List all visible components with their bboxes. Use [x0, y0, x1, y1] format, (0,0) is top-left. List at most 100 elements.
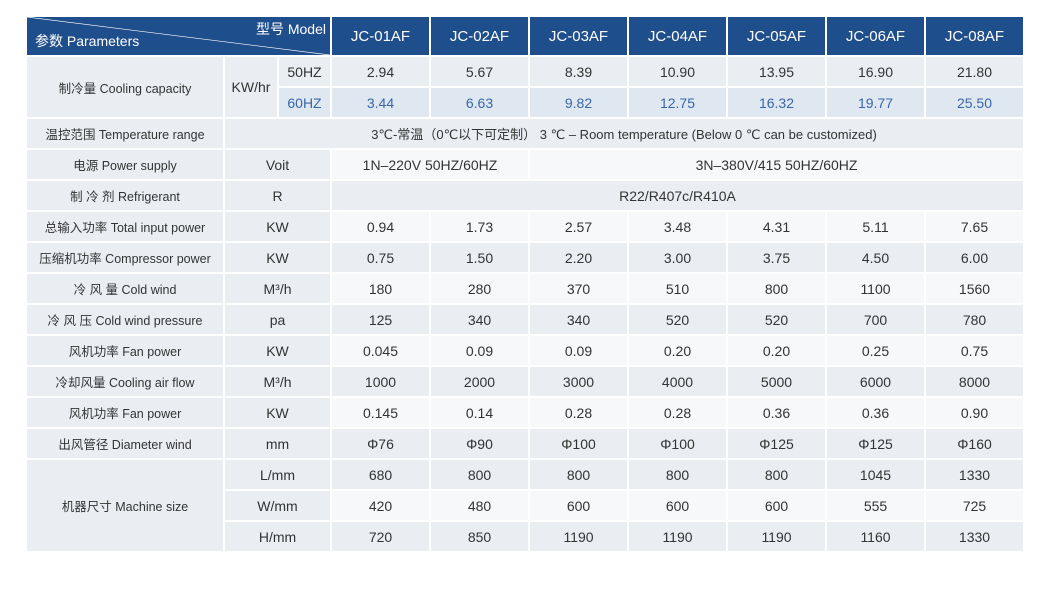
value-cell: 3.00	[629, 243, 726, 272]
value-cell: 1000	[332, 367, 429, 396]
value-cell: 3.75	[728, 243, 825, 272]
value-cell: 16.90	[827, 57, 924, 86]
temperature-value: 3℃-常温（0℃以下可定制） 3 ℃ – Room temperature (B…	[225, 119, 1023, 148]
unit-cell: KW	[225, 336, 330, 365]
value-cell: 10.90	[629, 57, 726, 86]
table-row: 风机功率 Fan power KW 0.045 0.09 0.09 0.20 0.20 0.2…	[27, 336, 1023, 365]
value-cell: 3000	[530, 367, 627, 396]
temperature-row: 温控范围 Temperature range 3℃-常温（0℃以下可定制） 3 …	[27, 119, 1023, 148]
value-cell: 1330	[926, 522, 1023, 551]
param-label: 压缩机功率 Compressor power	[27, 243, 223, 272]
value-cell: 700	[827, 305, 924, 334]
table-row: 冷 风 量 Cold wind M³/h 180 280 370 510 800 1100 15…	[27, 274, 1023, 303]
value-cell: 0.28	[629, 398, 726, 427]
value-cell: 4.31	[728, 212, 825, 241]
value-cell: 370	[530, 274, 627, 303]
value-cell: 480	[431, 491, 528, 520]
table-row: 冷 风 压 Cold wind pressure pa 125 340 340 520 52…	[27, 305, 1023, 334]
unit-cell: KW/hr	[225, 57, 277, 117]
model-col-7: JC-08AF	[926, 17, 1023, 55]
table-row: 出风管径 Diameter wind mm Φ76 Φ90 Φ100 Φ100 Φ125 Φ1…	[27, 429, 1023, 458]
value-cell: 3.44	[332, 88, 429, 117]
value-cell: 0.90	[926, 398, 1023, 427]
unit-cell: R	[225, 181, 330, 210]
model-col-4: JC-04AF	[629, 17, 726, 55]
unit-cell: H/mm	[225, 522, 330, 551]
value-cell: 800	[431, 460, 528, 489]
value-cell: Φ100	[629, 429, 726, 458]
param-label: 风机功率 Fan power	[27, 398, 223, 427]
value-cell: 16.32	[728, 88, 825, 117]
value-cell: 2.57	[530, 212, 627, 241]
model-col-6: JC-06AF	[827, 17, 924, 55]
value-cell: 6000	[827, 367, 924, 396]
cooling-row-50: 制冷量 Cooling capacity KW/hr 50HZ 2.94 5.6…	[27, 57, 1023, 117]
value-cell: Φ100	[530, 429, 627, 458]
value-cell: 510	[629, 274, 726, 303]
machine-size-row: 机器尺寸 Machine size L/mm 680 800 800 800 800 1045…	[27, 460, 1023, 551]
value-cell: Φ125	[827, 429, 924, 458]
unit-cell: KW	[225, 398, 330, 427]
power-supply-single: 1N–220V 50HZ/60HZ	[332, 150, 528, 179]
value-cell: 725	[926, 491, 1023, 520]
power-supply-row: 电源 Power supply Voit 1N–220V 50HZ/60HZ 3…	[27, 150, 1023, 179]
value-cell: 0.25	[827, 336, 924, 365]
value-cell: 6.00	[926, 243, 1023, 272]
value-cell: 520	[728, 305, 825, 334]
value-cell: 1.73	[431, 212, 528, 241]
model-col-5: JC-05AF	[728, 17, 825, 55]
value-cell: 800	[728, 460, 825, 489]
unit-cell: M³/h	[225, 367, 330, 396]
value-cell: 600	[728, 491, 825, 520]
value-cell: 555	[827, 491, 924, 520]
value-cell: 0.94	[332, 212, 429, 241]
value-cell: 680	[332, 460, 429, 489]
value-cell: 1560	[926, 274, 1023, 303]
param-label: 电源 Power supply	[27, 150, 223, 179]
spec-table: 型号 Model 参数 Parameters JC-01AF JC-02AF J…	[25, 15, 1025, 553]
refrigerant-row: 制 冷 剂 Refrigerant R R22/R407c/R410A	[27, 181, 1023, 210]
value-cell: 0.045	[332, 336, 429, 365]
value-cell: 4000	[629, 367, 726, 396]
value-cell: 4.50	[827, 243, 924, 272]
value-cell: Φ125	[728, 429, 825, 458]
value-cell: 125	[332, 305, 429, 334]
header-corner: 型号 Model 参数 Parameters	[27, 17, 330, 55]
hz50-label: 50HZ	[279, 57, 330, 86]
value-cell: 0.28	[530, 398, 627, 427]
table-row: 风机功率 Fan power KW 0.145 0.14 0.28 0.28 0.36 0.3…	[27, 398, 1023, 427]
model-col-3: JC-03AF	[530, 17, 627, 55]
model-col-1: JC-01AF	[332, 17, 429, 55]
value-cell: 5.11	[827, 212, 924, 241]
value-cell: 0.36	[827, 398, 924, 427]
value-cell: 800	[530, 460, 627, 489]
value-cell: 1.50	[431, 243, 528, 272]
value-cell: 0.14	[431, 398, 528, 427]
param-label: 风机功率 Fan power	[27, 336, 223, 365]
refrigerant-value: R22/R407c/R410A	[332, 181, 1023, 210]
value-cell: 8.39	[530, 57, 627, 86]
param-label: 温控范围 Temperature range	[27, 119, 223, 148]
value-cell: 2000	[431, 367, 528, 396]
value-cell: 25.50	[926, 88, 1023, 117]
value-cell: 19.77	[827, 88, 924, 117]
value-cell: 21.80	[926, 57, 1023, 86]
value-cell: 5.67	[431, 57, 528, 86]
model-header: 型号 Model	[255, 21, 326, 37]
param-label: 制冷量 Cooling capacity	[27, 57, 223, 117]
model-col-2: JC-02AF	[431, 17, 528, 55]
value-cell: 1190	[530, 522, 627, 551]
unit-cell: KW	[225, 243, 330, 272]
value-cell: 0.20	[728, 336, 825, 365]
value-cell: 600	[629, 491, 726, 520]
unit-cell: W/mm	[225, 491, 330, 520]
value-cell: 180	[332, 274, 429, 303]
value-cell: Φ160	[926, 429, 1023, 458]
value-cell: 0.09	[431, 336, 528, 365]
unit-cell: M³/h	[225, 274, 330, 303]
value-cell: 1160	[827, 522, 924, 551]
value-cell: 720	[332, 522, 429, 551]
value-cell: 1190	[629, 522, 726, 551]
param-label: 总输入功率 Total input power	[27, 212, 223, 241]
value-cell: 420	[332, 491, 429, 520]
